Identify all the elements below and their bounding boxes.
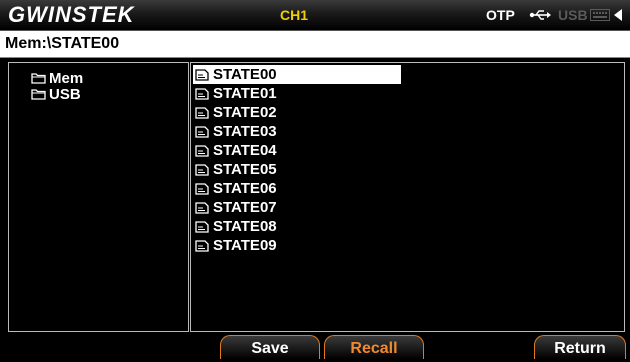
tree-item-label: Mem	[49, 69, 84, 87]
file-icon	[195, 239, 209, 252]
file-item-state09[interactable]: STATE09	[193, 236, 401, 255]
channel-indicator: CH1	[280, 7, 309, 23]
status-bar: GWINSTEK CH1 OTP USB	[0, 0, 630, 31]
folder-icon	[31, 89, 46, 100]
file-item-state04[interactable]: STATE04	[193, 141, 401, 160]
file-item-state02[interactable]: STATE02	[193, 103, 401, 122]
file-list-panel: STATE00 STATE01 STATE02 STATE03 STATE04 …	[190, 62, 625, 332]
file-item-label: STATE05	[213, 161, 277, 178]
file-item-label: STATE03	[213, 123, 277, 140]
current-path: Mem:\STATE00	[5, 35, 120, 52]
save-softkey[interactable]: Save	[220, 335, 320, 359]
file-icon	[195, 125, 209, 138]
current-path-bar: Mem:\STATE00	[0, 31, 630, 58]
file-icon	[195, 201, 209, 214]
file-item-state05[interactable]: STATE05	[193, 160, 401, 179]
file-item-label: STATE00	[213, 66, 277, 83]
file-item-state08[interactable]: STATE08	[193, 217, 401, 236]
file-item-label: STATE04	[213, 142, 277, 159]
file-icon	[195, 163, 209, 176]
folder-icon	[31, 73, 46, 84]
usb-status-label: USB	[558, 7, 588, 23]
file-icon	[195, 68, 209, 81]
left-arrow-icon	[614, 9, 622, 21]
file-icon	[195, 87, 209, 100]
usb-connector-icon	[529, 10, 551, 20]
file-icon	[195, 182, 209, 195]
file-icon	[195, 106, 209, 119]
recall-softkey[interactable]: Recall	[324, 335, 424, 359]
return-softkey[interactable]: Return	[534, 335, 626, 359]
file-item-label: STATE02	[213, 104, 277, 121]
file-item-state06[interactable]: STATE06	[193, 179, 401, 198]
tree-item-label: USB	[49, 85, 81, 103]
file-item-state01[interactable]: STATE01	[193, 84, 401, 103]
otp-indicator: OTP	[486, 7, 515, 23]
file-item-label: STATE06	[213, 180, 277, 197]
file-item-label: STATE07	[213, 199, 277, 216]
file-item-label: STATE09	[213, 237, 277, 254]
file-item-label: STATE08	[213, 218, 277, 235]
file-item-label: STATE01	[213, 85, 277, 102]
file-icon	[195, 220, 209, 233]
file-item-state00[interactable]: STATE00	[193, 65, 401, 84]
file-icon	[195, 144, 209, 157]
directory-tree-panel: Mem USB	[8, 62, 189, 332]
brand-logo: GWINSTEK	[8, 2, 135, 27]
keyboard-icon	[590, 9, 610, 21]
tree-item-usb[interactable]: USB	[31, 85, 81, 103]
file-item-state03[interactable]: STATE03	[193, 122, 401, 141]
file-item-state07[interactable]: STATE07	[193, 198, 401, 217]
